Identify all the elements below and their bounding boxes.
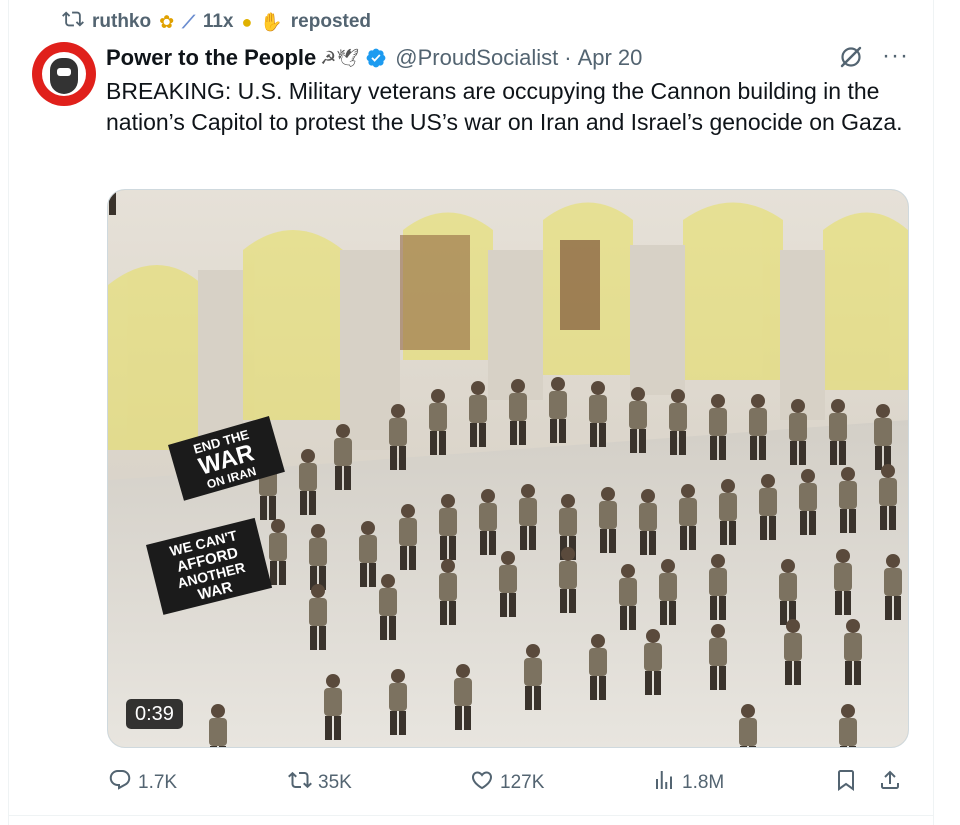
action-bar: 1.7K 35K 127K 1.8M [108, 766, 908, 800]
share-icon [878, 768, 902, 798]
views-icon [652, 768, 676, 798]
views-count: 1.8M [682, 772, 725, 793]
post-divider [8, 815, 934, 816]
bookmark-button[interactable] [834, 766, 858, 800]
syringe-icon: ⟋ [182, 12, 195, 32]
verified-badge-icon[interactable] [365, 47, 387, 69]
avatar-portrait [42, 52, 86, 96]
more-options-icon[interactable]: ··· [882, 42, 909, 70]
video-player[interactable]: END THE WAR ON IRAN WE CAN'T AFFORD ANOT… [107, 189, 909, 748]
like-button[interactable]: 127K [470, 766, 544, 800]
repost-user[interactable]: ruthko [92, 11, 151, 33]
post-date[interactable]: Apr 20 [578, 45, 643, 71]
mask-face-icon: ● [241, 12, 253, 32]
reply-button[interactable]: 1.7K [108, 766, 177, 800]
repost-context[interactable]: ruthko ✿ ⟋ 11x ● ✋ reposted [62, 9, 371, 35]
repost-icon [62, 8, 84, 36]
repost-label: reposted [290, 11, 372, 32]
video-duration: 0:39 [126, 699, 183, 729]
heart-icon [470, 768, 494, 798]
sunflower-icon: ✿ [159, 12, 175, 32]
timeline-border-right [933, 0, 934, 825]
display-name[interactable]: Power to the People [106, 45, 316, 71]
video-frame: END THE WAR ON IRAN WE CAN'T AFFORD ANOT… [108, 190, 908, 747]
name-emojis: ☭🕊 [320, 47, 360, 68]
avatar[interactable] [32, 42, 96, 106]
post-text: BREAKING: U.S. Military veterans are occ… [106, 78, 903, 135]
like-count: 127K [500, 772, 545, 793]
repost-action-icon [288, 768, 312, 798]
timeline-border-left [8, 0, 9, 825]
grok-icon[interactable] [838, 44, 864, 70]
views-button[interactable]: 1.8M [652, 766, 724, 800]
handle[interactable]: @ProudSocialist [395, 45, 558, 71]
post-header: Power to the People ☭🕊 @ProudSocialist ·… [106, 42, 916, 74]
repost-count-label: 35K [318, 772, 352, 793]
bookmark-icon [834, 768, 858, 798]
hand-icon: ✋ [260, 12, 283, 32]
separator-dot: · [564, 45, 572, 70]
repost-count: 11x [202, 11, 234, 32]
share-button[interactable] [878, 766, 902, 800]
reply-count: 1.7K [138, 772, 178, 793]
repost-button[interactable]: 35K [288, 766, 352, 800]
reply-icon [108, 768, 132, 798]
